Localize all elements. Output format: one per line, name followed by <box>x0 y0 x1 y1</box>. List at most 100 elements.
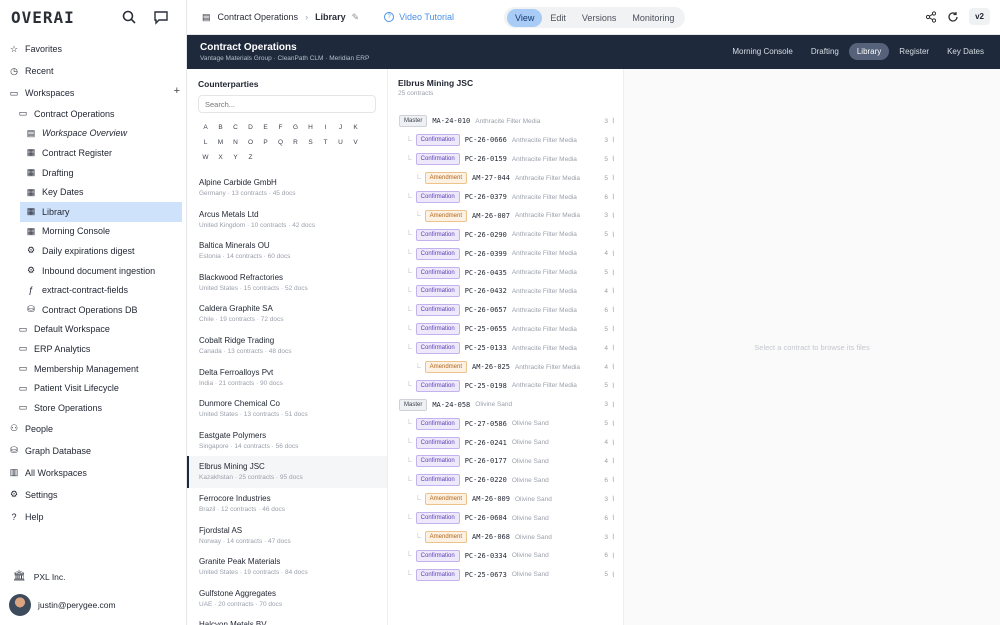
contract-row[interactable]: └ Confirmation PC-26-0290 Anthracite Filter… <box>388 225 623 244</box>
letter-filter[interactable]: L <box>198 135 213 150</box>
sidebar-item-favorites[interactable]: ☆ Favorites <box>0 38 186 60</box>
mode-edit[interactable]: Edit <box>542 9 574 27</box>
contract-row[interactable]: └ Confirmation PC-25-0133 Anthracite Filter… <box>388 339 623 358</box>
tab-drafting[interactable]: Drafting <box>803 43 847 60</box>
search-icon[interactable] <box>121 9 137 25</box>
letter-filter[interactable]: X <box>213 150 228 165</box>
add-workspace-icon[interactable]: + <box>174 85 180 97</box>
letter-filter[interactable]: G <box>288 120 303 135</box>
sidebar-item-graph-database[interactable]: ⛁ Graph Database <box>0 440 186 462</box>
contract-row[interactable]: └ Confirmation PC-26-0399 Anthracite Filter… <box>388 244 623 263</box>
chat-icon[interactable] <box>153 9 169 25</box>
video-tutorial-link[interactable]: ? Video Tutorial <box>384 12 454 22</box>
counterparty-item[interactable]: Blackwood Refractories United States · 15… <box>187 267 387 299</box>
letter-filter[interactable]: J <box>333 120 348 135</box>
contract-row[interactable]: └ Confirmation PC-27-0586 Olivine Sand 5 ⌇ <box>388 414 623 433</box>
contract-row[interactable]: └ Confirmation PC-25-0655 Anthracite Filter… <box>388 320 623 339</box>
counterparty-item[interactable]: Gulfstone Aggregates UAE · 20 contracts ·… <box>187 583 387 615</box>
org-switcher[interactable]: 🏛 PXL Inc. <box>13 571 66 582</box>
sidebar-item-patient-visit-lifecycle[interactable]: ▭ Patient Visit Lifecycle <box>0 378 186 398</box>
sidebar-item-settings[interactable]: ⚙ Settings <box>0 484 186 506</box>
sidebar-item-contract-register[interactable]: ▦ Contract Register <box>0 143 186 163</box>
contract-row[interactable]: └ Confirmation PC-26-0177 Olivine Sand 4 ⌇ <box>388 452 623 471</box>
contract-row[interactable]: └ Confirmation PC-26-0666 Anthracite Filter… <box>388 131 623 150</box>
letter-filter[interactable]: Y <box>228 150 243 165</box>
counterparty-item[interactable]: Halcyon Metals BV <box>187 614 387 625</box>
sidebar-item-help[interactable]: ? Help <box>0 506 186 528</box>
sidebar-item-key-dates[interactable]: ▦ Key Dates <box>0 182 186 202</box>
sidebar-item-workspace-overview[interactable]: ▤ Workspace Overview <box>0 124 186 144</box>
counterparty-item[interactable]: Baltica Minerals OU Estonia · 14 contract… <box>187 235 387 267</box>
letter-filter[interactable]: K <box>348 120 363 135</box>
sidebar-item-recent[interactable]: ◷ Recent <box>0 60 186 82</box>
breadcrumb-workspace[interactable]: Contract Operations <box>218 12 299 22</box>
letter-filter[interactable]: W <box>198 150 213 165</box>
letter-filter[interactable]: T <box>318 135 333 150</box>
tab-morning-console[interactable]: Morning Console <box>724 43 800 60</box>
letter-filter[interactable]: E <box>258 120 273 135</box>
mode-view[interactable]: View <box>507 8 543 27</box>
share-icon[interactable] <box>925 10 937 23</box>
counterparty-item[interactable]: Alpine Carbide GmbH Germany · 13 contract… <box>187 172 387 204</box>
app-logo[interactable]: OVERAI <box>11 8 75 27</box>
contract-row[interactable]: └ Confirmation PC-25-0673 Olivine Sand 5 ⌇ <box>388 565 623 584</box>
tab-library[interactable]: Library <box>848 43 890 60</box>
letter-filter[interactable]: F <box>273 120 288 135</box>
contract-row[interactable]: └ Confirmation PC-25-0198 Anthracite Filter… <box>388 376 623 395</box>
contract-row[interactable]: └ Confirmation PC-26-0435 Anthracite Filter… <box>388 263 623 282</box>
sidebar-item-drafting[interactable]: ▦ Drafting <box>0 163 186 183</box>
contract-row[interactable]: └ Confirmation PC-26-0657 Anthracite Filter… <box>388 301 623 320</box>
version-badge[interactable]: v2 <box>969 8 990 25</box>
counterparty-item[interactable]: Cobalt Ridge Trading Canada · 13 contract… <box>187 330 387 362</box>
letter-filter[interactable]: R <box>288 135 303 150</box>
sidebar-item-morning-console[interactable]: ▦ Morning Console <box>0 222 186 242</box>
contract-row[interactable]: └ Amendment AM-26-009 Olivine Sand 3 ⌇ <box>388 490 623 509</box>
letter-filter[interactable]: P <box>258 135 273 150</box>
sidebar-item-extract-contract-fields[interactable]: ƒ extract-contract-fields <box>0 280 186 300</box>
letter-filter[interactable]: I <box>318 120 333 135</box>
contract-row[interactable]: └ Confirmation PC-26-0432 Anthracite Filter… <box>388 282 623 301</box>
sidebar-item-all-workspaces[interactable]: ▥ All Workspaces <box>0 462 186 484</box>
sidebar-item-inbound-document-ingestion[interactable]: ⚙ Inbound document ingestion <box>0 261 186 281</box>
letter-filter[interactable]: H <box>303 120 318 135</box>
counterparty-item[interactable]: Elbrus Mining JSC Kazakhstan · 25 contrac… <box>187 456 387 488</box>
letter-filter[interactable]: U <box>333 135 348 150</box>
counterparty-item[interactable]: Dunmore Chemical Co United States · 13 co… <box>187 393 387 425</box>
sidebar-item-default-workspace[interactable]: ▭ Default Workspace <box>0 320 186 340</box>
sidebar-item-contract-operations[interactable]: ▭ Contract Operations <box>0 104 186 124</box>
tab-register[interactable]: Register <box>891 43 937 60</box>
contract-row[interactable]: └ Confirmation PC-26-0159 Anthracite Filter… <box>388 150 623 169</box>
sidebar-item-store-operations[interactable]: ▭ Store Operations <box>0 398 186 418</box>
contract-row[interactable]: Master MA-24-010 Anthracite Filter Media 3 ⌇ <box>388 112 623 131</box>
letter-filter[interactable]: M <box>213 135 228 150</box>
counterparty-search-input[interactable] <box>198 95 376 113</box>
counterparty-item[interactable]: Eastgate Polymers Singapore · 14 contract… <box>187 425 387 457</box>
contract-row[interactable]: └ Confirmation PC-26-0379 Anthracite Filter… <box>388 188 623 207</box>
contract-row[interactable]: └ Confirmation PC-26-0241 Olivine Sand 4 ⌇ <box>388 433 623 452</box>
counterparty-item[interactable]: Fjordstal AS Norway · 14 contracts · 47 d… <box>187 520 387 552</box>
sidebar-item-people[interactable]: ⚇ People <box>0 418 186 440</box>
sidebar-item-daily-expirations-digest[interactable]: ⚙ Daily expirations digest <box>0 241 186 261</box>
letter-filter[interactable]: Z <box>243 150 258 165</box>
counterparty-item[interactable]: Granite Peak Materials United States · 19… <box>187 551 387 583</box>
letter-filter[interactable]: S <box>303 135 318 150</box>
sidebar-item-membership-management[interactable]: ▭ Membership Management <box>0 359 186 379</box>
contract-row[interactable]: └ Confirmation PC-26-0220 Olivine Sand 6 ⌇ <box>388 471 623 490</box>
letter-filter[interactable]: B <box>213 120 228 135</box>
contract-row[interactable]: └ Amendment AM-27-044 Anthracite Filter Med… <box>388 169 623 188</box>
sidebar-item-contract-operations-db[interactable]: ⛁ Contract Operations DB <box>0 300 186 320</box>
counterparty-item[interactable]: Arcus Metals Ltd United Kingdom · 10 cont… <box>187 204 387 236</box>
letter-filter[interactable]: O <box>243 135 258 150</box>
mode-versions[interactable]: Versions <box>574 9 625 27</box>
letter-filter[interactable]: D <box>243 120 258 135</box>
contract-row[interactable]: └ Amendment AM-26-025 Anthracite Filter Med… <box>388 358 623 377</box>
letter-filter[interactable]: C <box>228 120 243 135</box>
sidebar-item-workspaces[interactable]: ▭ Workspaces + <box>0 82 186 104</box>
user-menu[interactable]: justin@perygee.com <box>9 594 116 616</box>
contract-row[interactable]: Master MA-24-058 Olivine Sand 3 ⌇ <box>388 395 623 414</box>
contract-row[interactable]: └ Confirmation PC-26-0604 Olivine Sand 6 ⌇ <box>388 509 623 528</box>
tab-key-dates[interactable]: Key Dates <box>939 43 992 60</box>
contract-row[interactable]: └ Confirmation PC-26-0334 Olivine Sand 6 ⌇ <box>388 546 623 565</box>
mode-monitoring[interactable]: Monitoring <box>624 9 682 27</box>
contract-row[interactable]: └ Amendment AM-26-007 Anthracite Filter Med… <box>388 206 623 225</box>
